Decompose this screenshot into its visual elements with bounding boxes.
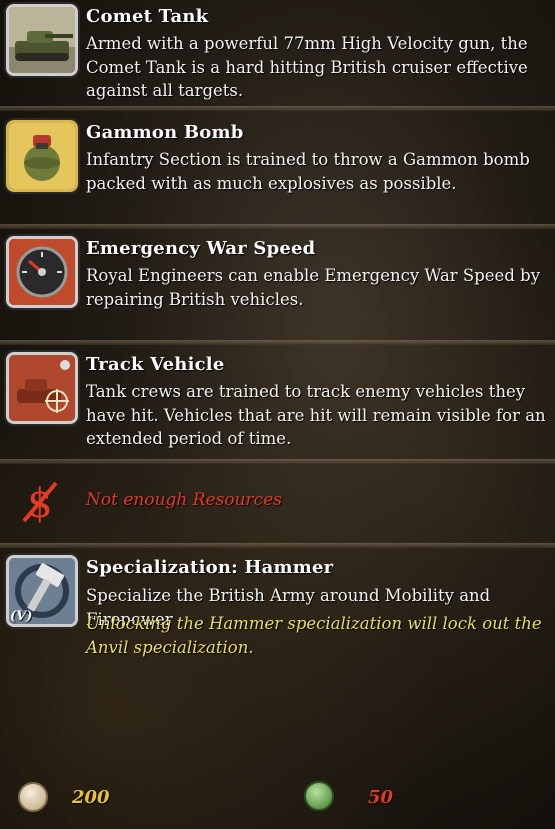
manpower-cost: 200 [72,787,110,808]
ability-title: Emergency War Speed [86,238,316,259]
hammer-icon: (V) [6,555,78,627]
divider [0,543,555,548]
fuel-cost: 50 [368,787,394,808]
divider [0,340,555,345]
manpower-icon [18,782,48,812]
tank-icon [6,4,78,76]
tracked-vehicle-icon [6,352,78,424]
ability-title: Comet Tank [86,6,209,27]
divider [0,459,555,464]
specialization-title: Specialization: Hammer [86,557,334,578]
divider [0,224,555,229]
no-resources-icon: $ [20,477,60,527]
resources-warning-text: Not enough Resources [86,490,282,510]
ability-title: Track Vehicle [86,354,225,375]
specialization-hammer[interactable]: (V) Specialization: Hammer Specialize th… [0,549,555,689]
grenade-icon [6,120,78,192]
speedometer-icon [6,236,78,308]
resources-warning: $ Not enough Resources [0,465,555,543]
ability-emergency-war-speed[interactable]: Emergency War Speed Royal Engineers can … [0,230,555,342]
ability-track-vehicle[interactable]: Track Vehicle Tank crews are trained to … [0,346,555,458]
ability-gammon-bomb[interactable]: Gammon Bomb Infantry Section is trained … [0,112,555,224]
ability-description: Royal Engineers can enable Emergency War… [86,266,541,309]
ability-title: Gammon Bomb [86,122,244,143]
specialization-warning: Unlocking the Hammer specialization will… [86,614,542,657]
ability-description: Armed with a powerful 77mm High Velocity… [86,34,528,100]
ability-description: Infantry Section is trained to throw a G… [86,150,530,193]
fuel-icon [304,781,334,811]
ability-comet-tank[interactable]: Comet Tank Armed with a powerful 77mm Hi… [0,0,555,108]
divider [0,106,555,111]
hotkey-label: (V) [10,609,33,624]
ability-description: Tank crews are trained to track enemy ve… [86,382,546,448]
